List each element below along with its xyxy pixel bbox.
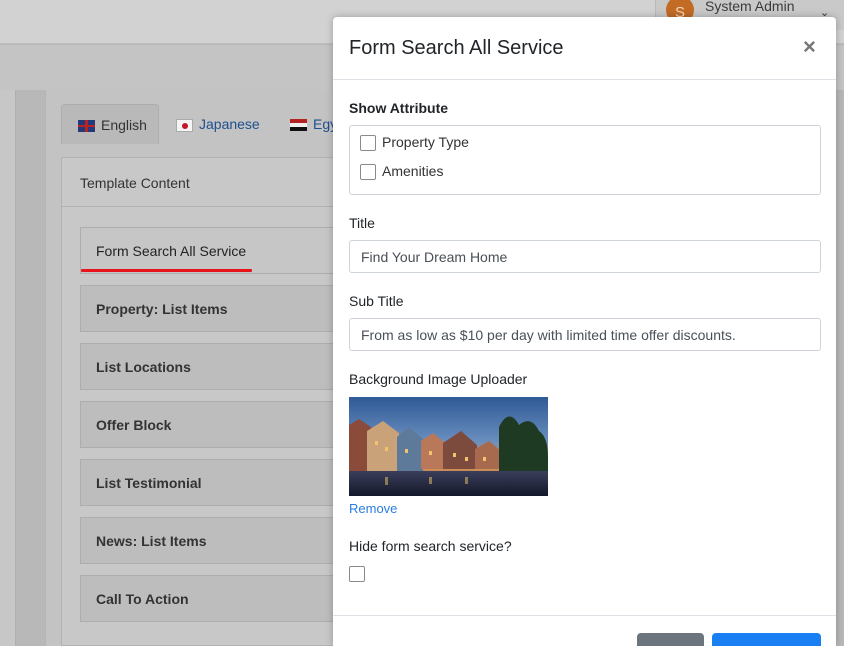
template-item[interactable]: List Locations <box>80 343 340 390</box>
attribute-box: Property Type Amenities <box>349 125 821 195</box>
background-image-label: Background Image Uploader <box>349 371 528 387</box>
tab-english[interactable]: English <box>61 104 159 144</box>
active-item-underline <box>81 269 252 272</box>
template-item[interactable]: Form Search All Service <box>80 227 340 274</box>
hide-form-checkbox[interactable] <box>349 566 365 582</box>
title-label: Title <box>349 215 375 231</box>
tab-label: Japanese <box>199 116 260 132</box>
template-card-header: Template Content <box>61 157 341 207</box>
close-button[interactable] <box>637 633 704 646</box>
template-item[interactable]: Property: List Items <box>80 285 340 332</box>
property-type-checkbox[interactable] <box>360 135 376 152</box>
background-image-preview <box>349 397 548 496</box>
japan-flag-icon <box>176 118 193 132</box>
template-item[interactable]: Offer Block <box>80 401 340 448</box>
user-name[interactable]: System Admin <box>705 0 794 14</box>
uk-flag-icon <box>78 120 95 133</box>
close-icon[interactable]: × <box>803 34 816 60</box>
tab-egypt[interactable]: Egy <box>290 104 337 144</box>
save-button[interactable] <box>712 633 821 646</box>
tab-label: English <box>101 117 147 133</box>
attribute-option-property-type[interactable]: Property Type <box>360 134 469 152</box>
egypt-flag-icon <box>290 119 307 132</box>
tab-japanese[interactable]: Japanese <box>176 104 260 144</box>
modal-dialog: Form Search All Service × Show Attribute… <box>333 17 836 646</box>
modal-header: Form Search All Service × <box>333 17 836 80</box>
show-attribute-label: Show Attribute <box>349 100 449 116</box>
sidebar <box>0 90 16 646</box>
modal-title: Form Search All Service <box>349 37 564 59</box>
attribute-option-amenities[interactable]: Amenities <box>360 163 444 181</box>
remove-image-link[interactable]: Remove <box>349 501 397 516</box>
checkbox-label: Property Type <box>382 134 469 150</box>
subtitle-label: Sub Title <box>349 293 404 309</box>
title-input[interactable]: Find Your Dream Home <box>349 240 821 273</box>
hide-form-label: Hide form search service? <box>349 538 512 554</box>
subtitle-input[interactable]: From as low as $10 per day with limited … <box>349 318 821 351</box>
amenities-checkbox[interactable] <box>360 164 376 181</box>
template-item[interactable]: Call To Action <box>80 575 340 622</box>
checkbox-label: Amenities <box>382 163 444 179</box>
template-item[interactable]: News: List Items <box>80 517 340 564</box>
template-item[interactable]: List Testimonial <box>80 459 340 506</box>
